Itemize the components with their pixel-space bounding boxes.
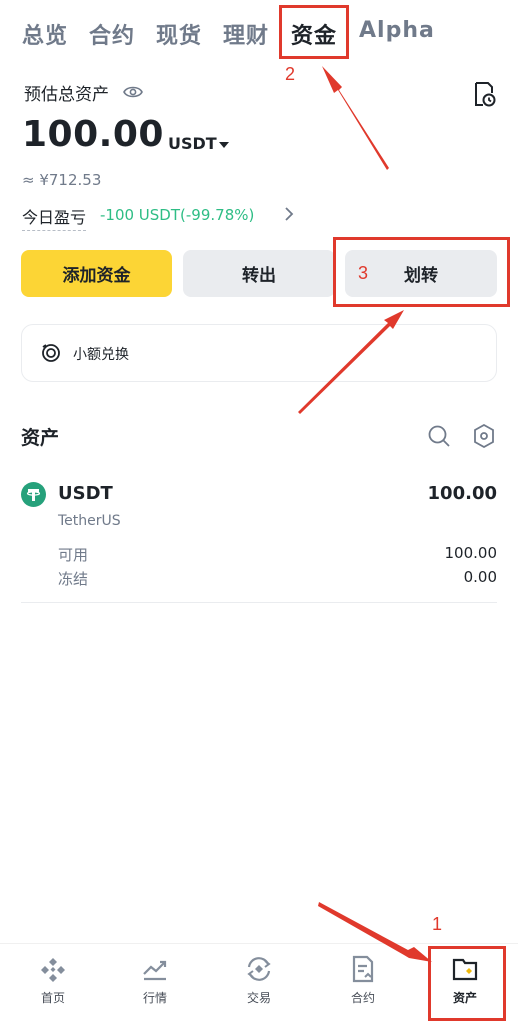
usdt-logo-icon bbox=[21, 482, 46, 507]
trade-icon bbox=[247, 957, 271, 981]
tab-earn[interactable]: 理财 bbox=[223, 18, 269, 50]
asset-symbol[interactable]: USDT bbox=[58, 483, 113, 504]
today-pnl-value[interactable]: -100 USDT(-99.78%) bbox=[100, 206, 254, 224]
estimated-total-label: 预估总资产 bbox=[24, 85, 109, 105]
assets-section-title: 资产 bbox=[21, 427, 60, 449]
annotation-number-1: 1 bbox=[432, 914, 443, 934]
tab-spot[interactable]: 现货 bbox=[156, 18, 202, 50]
frozen-value: 0.00 bbox=[463, 568, 497, 586]
caret-down-icon[interactable] bbox=[219, 141, 229, 149]
small-convert-label: 小额兑换 bbox=[73, 347, 129, 363]
available-value: 100.00 bbox=[444, 544, 498, 562]
annotation-box-funding-tab bbox=[279, 5, 349, 59]
settings-icon[interactable] bbox=[473, 424, 495, 448]
nav-trade[interactable]: 交易 bbox=[214, 955, 304, 1006]
tab-alpha[interactable]: Alpha bbox=[359, 18, 435, 43]
top-tab-bar: 总览 合约 现货 理财 资金 Alpha bbox=[0, 0, 518, 68]
eye-icon[interactable] bbox=[123, 84, 143, 100]
convert-icon bbox=[42, 344, 60, 362]
nav-home-label: 首页 bbox=[40, 991, 65, 1005]
history-icon[interactable] bbox=[472, 81, 496, 107]
nav-markets-label: 行情 bbox=[142, 991, 167, 1005]
nav-futures[interactable]: 合约 bbox=[318, 955, 408, 1006]
asset-total: 100.00 bbox=[427, 483, 497, 504]
nav-home[interactable]: 首页 bbox=[8, 955, 98, 1006]
today-pnl-label[interactable]: 今日盈亏 bbox=[22, 204, 87, 231]
asset-full-name: TetherUS bbox=[58, 513, 121, 529]
approx-fiat-value: ≈ ¥712.53 bbox=[22, 171, 102, 189]
nav-futures-label: 合约 bbox=[350, 991, 375, 1005]
tab-overview[interactable]: 总览 bbox=[22, 18, 68, 50]
futures-icon bbox=[352, 955, 374, 983]
annotation-number-2: 2 bbox=[285, 64, 296, 84]
markets-icon bbox=[143, 960, 167, 981]
annotation-arrow-2 bbox=[322, 66, 389, 170]
currency-selector[interactable]: USDT bbox=[168, 134, 217, 153]
home-icon bbox=[41, 958, 65, 982]
nav-trade-label: 交易 bbox=[246, 991, 271, 1005]
search-icon[interactable] bbox=[427, 424, 451, 448]
annotation-number-3: 3 bbox=[358, 263, 369, 283]
nav-markets[interactable]: 行情 bbox=[110, 955, 200, 1006]
frozen-label: 冻结 bbox=[58, 570, 89, 588]
total-balance: 100.00 bbox=[22, 114, 164, 155]
chevron-right-icon[interactable] bbox=[284, 206, 294, 222]
tab-futures[interactable]: 合约 bbox=[89, 18, 135, 50]
add-funds-button[interactable]: 添加资金 bbox=[21, 250, 172, 297]
annotation-box-assets-nav bbox=[428, 946, 506, 1021]
divider bbox=[21, 602, 497, 603]
available-label: 可用 bbox=[58, 546, 89, 564]
withdraw-button[interactable]: 转出 bbox=[183, 250, 335, 297]
